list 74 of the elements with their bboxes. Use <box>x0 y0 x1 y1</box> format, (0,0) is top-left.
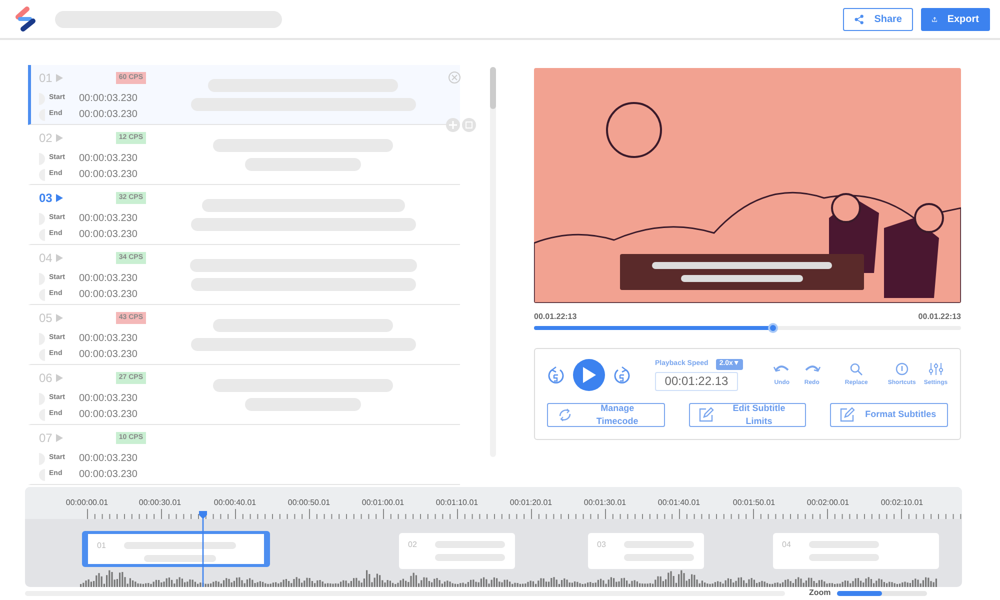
tick-label: 00:01:10.01 <box>436 497 478 509</box>
time-value: 00:00:03.230 <box>79 348 138 362</box>
time-value: 00:00:03.230 <box>79 452 138 466</box>
row-number: 06 <box>39 370 52 387</box>
zoom-slider[interactable] <box>836 590 927 596</box>
scrollbar-thumb[interactable] <box>490 67 496 109</box>
play-icon[interactable] <box>56 434 64 442</box>
tick-label: 00:01:50.01 <box>732 497 776 509</box>
time-value: 00:00:03.230 <box>79 108 138 122</box>
tick-label: 00:01:40.01 <box>658 497 700 509</box>
row-number: 02 <box>39 130 52 147</box>
action-button[interactable]: Edit Subtitle Limits <box>688 403 806 427</box>
edit-icon <box>698 407 715 423</box>
row-number: 07 <box>39 430 52 447</box>
duration: 00.01.22:13 <box>918 311 961 323</box>
scrollbar[interactable] <box>490 67 496 457</box>
clip-number: 04 <box>782 539 791 551</box>
time-value: 00:00:03.230 <box>79 212 138 226</box>
clip-number: 02 <box>408 539 417 551</box>
tick-label: 00:02:10.01 <box>880 497 924 509</box>
time-value: 00:00:03.230 <box>79 168 138 182</box>
time-value: 00:00:03.230 <box>79 152 138 166</box>
timeline-clip[interactable]: 02 <box>399 533 515 569</box>
slider-thumb[interactable] <box>768 323 778 333</box>
action-button[interactable]: Format Subtitles <box>830 403 948 427</box>
tick-label: 00:01:20.01 <box>510 497 552 509</box>
tick-label: 00:02:00.01 <box>806 497 850 509</box>
timeline-clip[interactable]: 03 <box>588 533 704 569</box>
share-button[interactable]: Share <box>843 8 913 30</box>
time-value: 00:00:03.230 <box>79 468 138 482</box>
row-number: 04 <box>39 250 52 267</box>
clip-number: 03 <box>597 539 606 551</box>
zoom-label: Zoom <box>809 589 831 597</box>
play-icon[interactable] <box>56 194 64 202</box>
tick-label: 00:01:30.01 <box>584 497 626 509</box>
time-value: 00:00:03.230 <box>79 288 138 302</box>
play-icon[interactable] <box>56 254 64 262</box>
row-number: 05 <box>39 310 52 327</box>
timecode-field[interactable]: 00:01:22.13 <box>655 372 738 391</box>
play-button[interactable] <box>573 359 605 391</box>
clip-number: 01 <box>97 540 106 552</box>
action-button[interactable]: Manage Timecode <box>547 403 665 427</box>
row-number: 03 <box>39 190 52 207</box>
current-time: 00.01.22:13 <box>534 311 577 323</box>
play-icon <box>582 367 596 383</box>
share-icon <box>854 12 864 26</box>
timeline-clip[interactable]: 04 <box>773 533 939 569</box>
play-icon[interactable] <box>56 374 64 382</box>
export-button[interactable]: Export <box>921 8 990 30</box>
time-value: 00:00:03.230 <box>79 272 138 286</box>
play-icon[interactable] <box>56 134 64 142</box>
row-number: 01 <box>39 70 52 87</box>
close-icon[interactable] <box>448 71 461 84</box>
timeline-clip[interactable]: 01 <box>82 531 270 567</box>
tick-label: 00:00:00.01 <box>66 497 108 509</box>
rewind-icon[interactable] <box>547 365 565 385</box>
play-icon[interactable] <box>56 314 64 322</box>
tick-label: 00:01:00.01 <box>362 497 404 509</box>
time-value: 00:00:03.230 <box>79 392 138 406</box>
time-value: 00:00:03.230 <box>79 408 138 422</box>
time-value: 00:00:03.230 <box>79 92 138 106</box>
tick-label: 00:00:40.01 <box>214 497 256 509</box>
time-value: 00:00:03.230 <box>79 332 138 346</box>
text-placeholder <box>144 555 216 562</box>
row-actions-drawing[interactable] <box>446 118 476 132</box>
tick-label: 00:00:30.01 <box>138 497 182 509</box>
time-value: 00:00:03.230 <box>79 228 138 242</box>
playhead[interactable] <box>198 511 208 587</box>
sliders-icon <box>926 362 945 377</box>
edit-icon <box>839 407 856 423</box>
forward-icon[interactable] <box>613 365 631 385</box>
tick-label: 00:00:50.01 <box>288 497 330 509</box>
progress-slider[interactable] <box>534 326 961 330</box>
play-icon[interactable] <box>56 74 64 82</box>
